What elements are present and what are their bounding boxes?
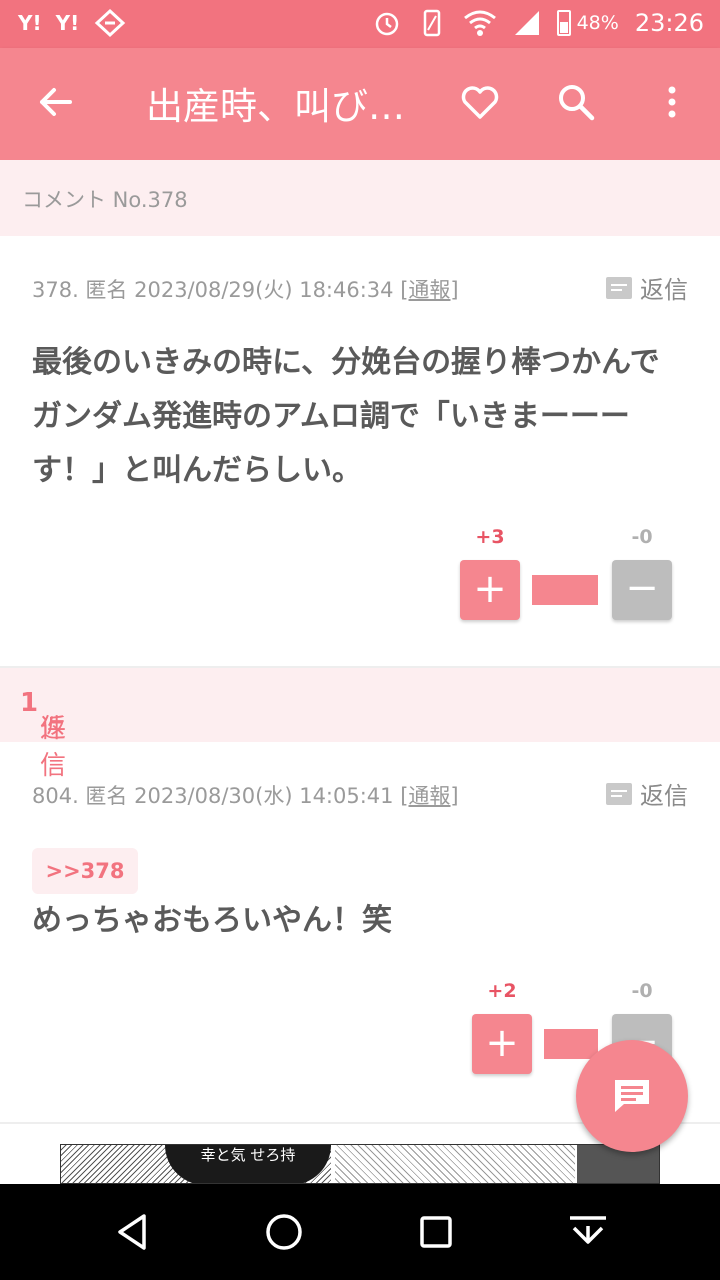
reply-meta-text: 804. 匿名 2023/08/30(水) 14:05:41 xyxy=(32,784,394,808)
minus-vote-button[interactable]: − xyxy=(612,560,672,620)
back-arrow-icon[interactable] xyxy=(34,80,78,124)
minus-vote-count: -0 xyxy=(631,526,653,548)
status-bar: Y! Y! 48% 23:26 xyxy=(0,0,720,48)
minus-vote-count: -0 xyxy=(631,980,653,1002)
wifi-icon xyxy=(463,10,496,36)
reply-count-label: 返信 1 件 xyxy=(20,688,67,781)
ad-banner[interactable]: 幸と気 せろ持 xyxy=(60,1144,660,1184)
plus-vote-button[interactable]: + xyxy=(460,560,520,620)
reply-body: めっちゃおもろいやん！笑 xyxy=(32,903,392,938)
reply-meta: 804. 匿名 2023/08/30(水) 14:05:41 [通報] xyxy=(32,780,459,810)
page-title: 出産時、叫び… xyxy=(146,85,405,128)
vote-ratio-bar xyxy=(544,1029,598,1059)
comment-icon xyxy=(606,782,632,805)
nav-recents-icon[interactable] xyxy=(416,1212,456,1252)
report-link[interactable]: [通報] xyxy=(400,278,458,302)
battery-percent: 48% xyxy=(576,12,619,34)
vote-ratio-bar xyxy=(532,575,598,605)
reply-button-label: 返信 xyxy=(640,782,688,810)
signal-icon xyxy=(514,11,539,35)
comment-number-label: コメント No.378 xyxy=(22,188,188,212)
anchor-link[interactable]: >>378 xyxy=(32,848,138,894)
reply-count: 1 xyxy=(20,688,39,718)
comment-subheader: コメント No.378 xyxy=(0,160,720,236)
plus-vote-count: +2 xyxy=(487,980,517,1002)
comment-body: 最後のいきみの時に、分娩台の握り棒つかんでガンダム発進時のアムロ調で「いきまーー… xyxy=(32,345,660,488)
yahoo-icon: Y! xyxy=(18,11,42,35)
plus-vote-count: +3 xyxy=(475,526,505,548)
new-comment-fab[interactable] xyxy=(576,1040,688,1152)
ad-manga-panel xyxy=(577,1145,659,1183)
comment-meta-text: 378. 匿名 2023/08/29(火) 18:46:34 xyxy=(32,278,394,302)
comment-icon xyxy=(606,276,632,299)
app-notification-icon xyxy=(95,8,126,38)
comment-meta: 378. 匿名 2023/08/29(火) 18:46:34 [通報] xyxy=(32,274,459,304)
report-link[interactable]: [通報] xyxy=(400,784,458,808)
yahoo-icon: Y! xyxy=(55,11,80,35)
status-right-icons: 48% 23:26 xyxy=(373,8,704,38)
reply-button[interactable]: 返信 xyxy=(606,270,688,305)
more-vertical-icon[interactable] xyxy=(650,80,694,124)
clock: 23:26 xyxy=(634,9,704,37)
vibrate-icon xyxy=(423,9,440,37)
search-icon[interactable] xyxy=(554,80,598,124)
nav-home-icon[interactable] xyxy=(264,1212,304,1252)
ad-speech-bubble: 幸と気 せろ持 xyxy=(165,1145,331,1183)
reply-button[interactable]: 返信 xyxy=(606,776,688,811)
reply-count-header: 返信 1 件 xyxy=(0,668,720,781)
ad-manga-panel xyxy=(335,1145,575,1183)
comment-icon xyxy=(615,1080,649,1112)
heart-icon[interactable] xyxy=(458,80,502,124)
system-nav-bar xyxy=(0,1184,720,1280)
alarm-icon xyxy=(375,12,398,36)
nav-back-icon[interactable] xyxy=(112,1212,152,1252)
status-left-icons: Y! Y! xyxy=(18,8,127,38)
reply-button-label: 返信 xyxy=(640,276,688,304)
app-toolbar: 出産時、叫び… xyxy=(0,48,720,160)
nav-hide-icon[interactable] xyxy=(568,1212,608,1252)
battery-icon xyxy=(556,10,571,36)
plus-vote-button[interactable]: + xyxy=(472,1014,532,1074)
